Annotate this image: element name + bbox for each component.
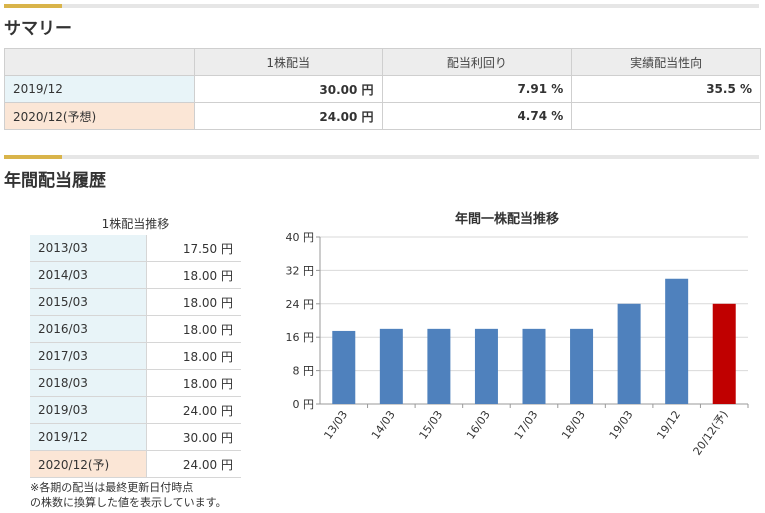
bar <box>617 303 641 404</box>
y-tick-label: 32 円 <box>286 264 315 277</box>
value-cell: 18.00 円 <box>146 261 241 289</box>
history-note: ※各期の配当は最終更新日付時点 の株数に換算した値を表示しています。 <box>30 480 227 510</box>
x-tick-label: 19/12 <box>654 408 683 441</box>
x-tick-label: 14/03 <box>369 408 398 441</box>
summary-header-yield: 配当利回り <box>381 48 573 76</box>
row-label: 2019/12 <box>4 75 195 103</box>
period-cell: 2014/03 <box>30 261 147 289</box>
payout-value: 35.5 % <box>571 75 761 103</box>
table-row: 2013/03 17.50 円 <box>30 235 241 262</box>
bar <box>712 303 736 404</box>
table-row: 2019/03 24.00 円 <box>30 396 241 424</box>
table-row: 2015/03 18.00 円 <box>30 288 241 316</box>
bar <box>570 328 594 404</box>
note-line: の株数に換算した値を表示しています。 <box>30 496 227 509</box>
summary-header-corner <box>4 48 195 76</box>
value-cell: 24.00 円 <box>146 396 241 424</box>
summary-header-dividend: 1株配当 <box>193 48 383 76</box>
x-tick-label: 18/03 <box>559 408 588 441</box>
row-label: 2020/12(予想) <box>4 102 195 130</box>
value-cell: 18.00 円 <box>146 342 241 370</box>
history-section-rule <box>4 155 759 159</box>
history-table-caption: 1株配当推移 <box>101 217 170 231</box>
table-row: 2016/03 18.00 円 <box>30 315 241 343</box>
x-tick-label: 20/12(予) <box>691 408 731 457</box>
bar <box>379 328 403 404</box>
y-tick-label: 24 円 <box>286 298 315 311</box>
summary-header-payout: 実績配当性向 <box>571 48 761 76</box>
value-cell: 18.00 円 <box>146 288 241 316</box>
period-cell: 2017/03 <box>30 342 147 370</box>
period-cell: 2019/12 <box>30 423 147 451</box>
table-row: 2020/12(予想) 24.00 円 4.74 % <box>4 102 761 130</box>
period-cell: 2013/03 <box>30 235 147 262</box>
table-row: 2020/12(予) 24.00 円 <box>30 450 241 478</box>
x-tick-label: 16/03 <box>464 408 493 441</box>
yield-value: 7.91 % <box>381 75 573 103</box>
dividend-value: 30.00 円 <box>193 75 383 103</box>
note-line: ※各期の配当は最終更新日付時点 <box>30 481 194 494</box>
table-row: 2019/12 30.00 円 <box>30 423 241 451</box>
history-title: 年間配当履歴 <box>4 171 106 191</box>
period-cell: 2020/12(予) <box>30 450 147 478</box>
section-accent <box>4 4 62 8</box>
y-tick-label: 8 円 <box>293 365 315 378</box>
dividend-bar-chart: 0 円 8 円 16 円 24 円 32 円 40 円 13/03 14/03 15/03 16/… <box>286 231 749 458</box>
y-tick-label: 40 円 <box>286 231 315 244</box>
summary-title: サマリー <box>4 19 72 39</box>
table-row: 2018/03 18.00 円 <box>30 369 241 397</box>
yield-value: 4.74 % <box>381 102 573 130</box>
history-table: 2013/03 17.50 円 2014/03 18.00 円 2015/03 18.… <box>30 235 241 478</box>
payout-value <box>571 102 761 130</box>
period-cell: 2015/03 <box>30 288 147 316</box>
y-tick-label: 0 円 <box>293 398 315 411</box>
section-accent <box>4 155 62 159</box>
table-row: 2019/12 30.00 円 7.91 % 35.5 % <box>4 75 761 103</box>
value-cell: 18.00 円 <box>146 369 241 397</box>
period-cell: 2019/03 <box>30 396 147 424</box>
period-cell: 2018/03 <box>30 369 147 397</box>
bar <box>332 330 356 404</box>
bar <box>427 328 451 404</box>
value-cell: 17.50 円 <box>146 235 241 262</box>
value-cell: 30.00 円 <box>146 423 241 451</box>
bar <box>665 278 689 404</box>
value-cell: 18.00 円 <box>146 315 241 343</box>
summary-table: 1株配当 配当利回り 実績配当性向 2019/12 30.00 円 7.91 %… <box>4 48 761 130</box>
dividend-value: 24.00 円 <box>193 102 383 130</box>
bar <box>474 328 498 404</box>
x-tick-label: 13/03 <box>321 408 350 441</box>
value-cell: 24.00 円 <box>146 450 241 478</box>
summary-header-row: 1株配当 配当利回り 実績配当性向 <box>4 48 761 76</box>
y-tick-label: 16 円 <box>286 331 315 344</box>
table-row: 2014/03 18.00 円 <box>30 261 241 289</box>
period-cell: 2016/03 <box>30 315 147 343</box>
x-tick-label: 15/03 <box>417 408 446 441</box>
table-row: 2017/03 18.00 円 <box>30 342 241 370</box>
bar <box>522 328 546 404</box>
summary-section-rule <box>4 4 759 8</box>
x-tick-label: 19/03 <box>607 408 636 441</box>
x-tick-label: 17/03 <box>512 408 541 441</box>
